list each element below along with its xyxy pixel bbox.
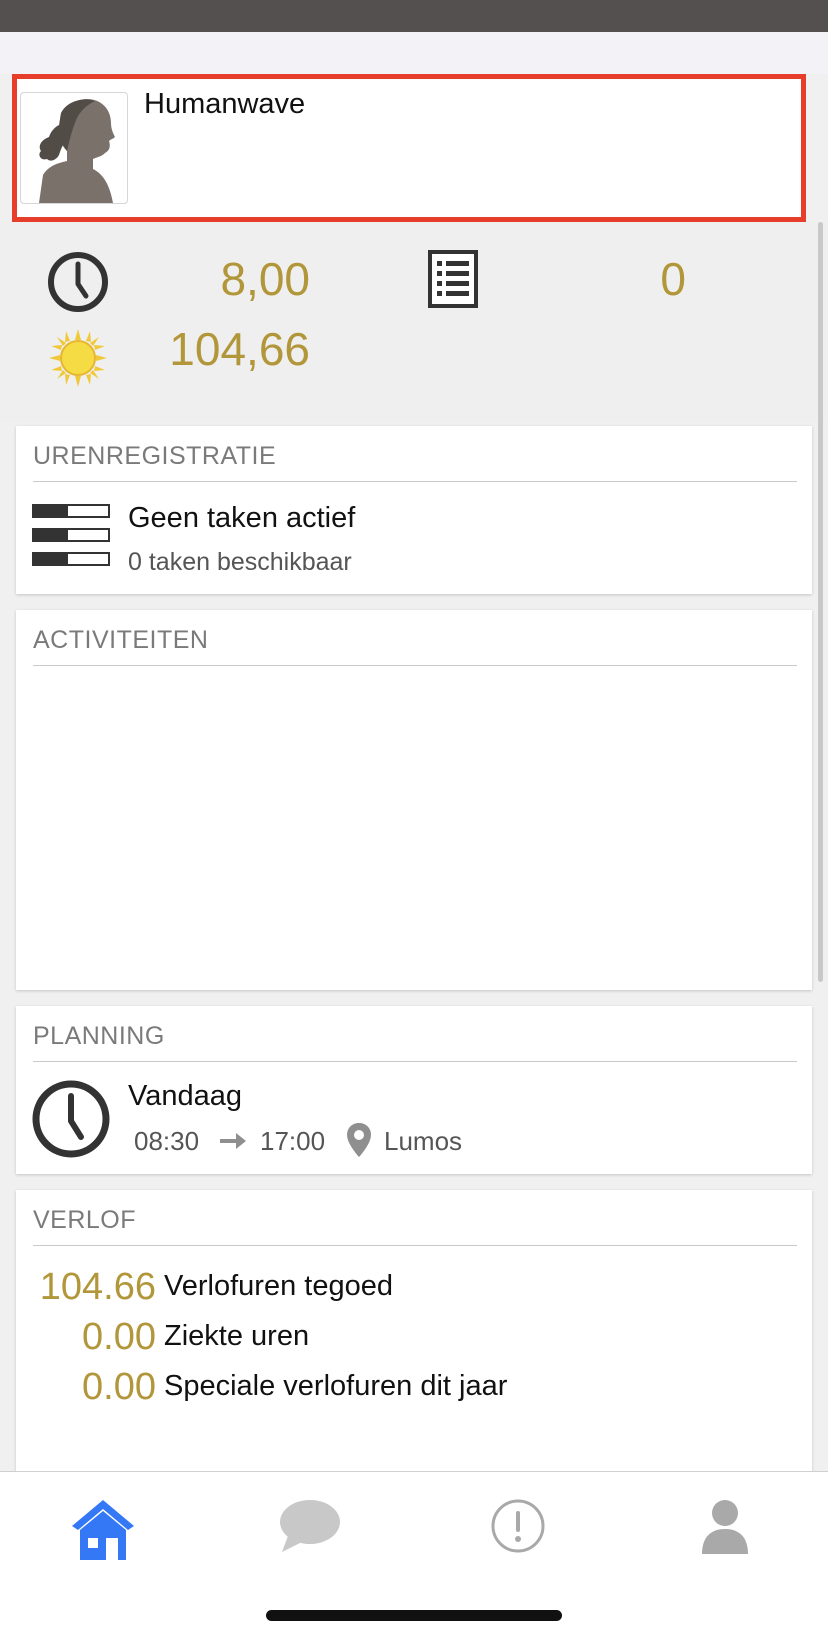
nav-alerts[interactable] (490, 1498, 560, 1568)
task-status: Geen taken actief (128, 502, 356, 534)
divider (33, 1061, 797, 1062)
chat-icon (280, 1500, 340, 1552)
leave-balance-label: Verlofuren tegoed (164, 1270, 393, 1302)
tasks-available: 0 taken beschikbaar (128, 548, 352, 576)
sick-hours-label: Ziekte uren (164, 1320, 310, 1352)
planning-day: Vandaag (128, 1080, 242, 1112)
home-indicator[interactable] (266, 1610, 562, 1621)
hours-card-title: URENREGISTRATIE (33, 442, 277, 470)
planning-start: 08:30 (134, 1126, 200, 1156)
scrollbar[interactable] (818, 222, 823, 982)
status-bar (0, 0, 828, 32)
profile-name: Humanwave (144, 88, 306, 120)
nav-home[interactable] (70, 1498, 140, 1568)
person-icon (702, 1500, 748, 1554)
sun-icon (49, 329, 107, 387)
alert-icon (491, 1499, 545, 1553)
leave-balance-value: 104.66 (39, 1266, 156, 1308)
divider (33, 1245, 797, 1246)
hours-today-value: 8,00 (220, 253, 310, 305)
sick-hours-value: 0.00 (82, 1316, 156, 1358)
divider (33, 665, 797, 666)
clock-icon (32, 1080, 110, 1158)
nav-messages[interactable] (278, 1498, 348, 1568)
leave-card-title: VERLOF (33, 1206, 137, 1234)
planning-end: 17:00 (260, 1126, 326, 1156)
avatar[interactable] (20, 92, 128, 204)
special-leave-label: Speciale verlofuren dit jaar (164, 1370, 508, 1402)
leave-card[interactable]: VERLOF 104.66 Verlofuren tegoed 0.00 Zie… (16, 1190, 812, 1480)
arrow-right-icon (220, 1133, 246, 1149)
tasks-icon (32, 504, 112, 568)
list-icon[interactable] (428, 250, 478, 308)
activities-card: ACTIVITEITEN (16, 610, 812, 990)
divider (33, 481, 797, 482)
nav-profile[interactable] (698, 1498, 768, 1568)
tasks-count-value: 0 (660, 253, 686, 305)
location-pin-icon (347, 1123, 371, 1157)
avatar-silhouette-icon (39, 99, 115, 203)
planning-card-title: PLANNING (33, 1022, 165, 1050)
profile-card[interactable] (12, 74, 806, 220)
home-icon (72, 1500, 134, 1560)
clock-icon (48, 252, 108, 312)
planning-location: Lumos (384, 1126, 463, 1156)
stats-panel: 8,00 0 104,66 (0, 222, 828, 422)
special-leave-value: 0.00 (82, 1366, 156, 1408)
header-spacer (0, 32, 828, 74)
planning-card[interactable]: PLANNING Vandaag 08:30 17:00 Lumos (16, 1006, 812, 1174)
hours-card[interactable]: URENREGISTRATIE Geen taken actief 0 take… (16, 426, 812, 594)
vacation-hours-value: 104,66 (169, 323, 310, 375)
activities-card-title: ACTIVITEITEN (33, 626, 209, 654)
